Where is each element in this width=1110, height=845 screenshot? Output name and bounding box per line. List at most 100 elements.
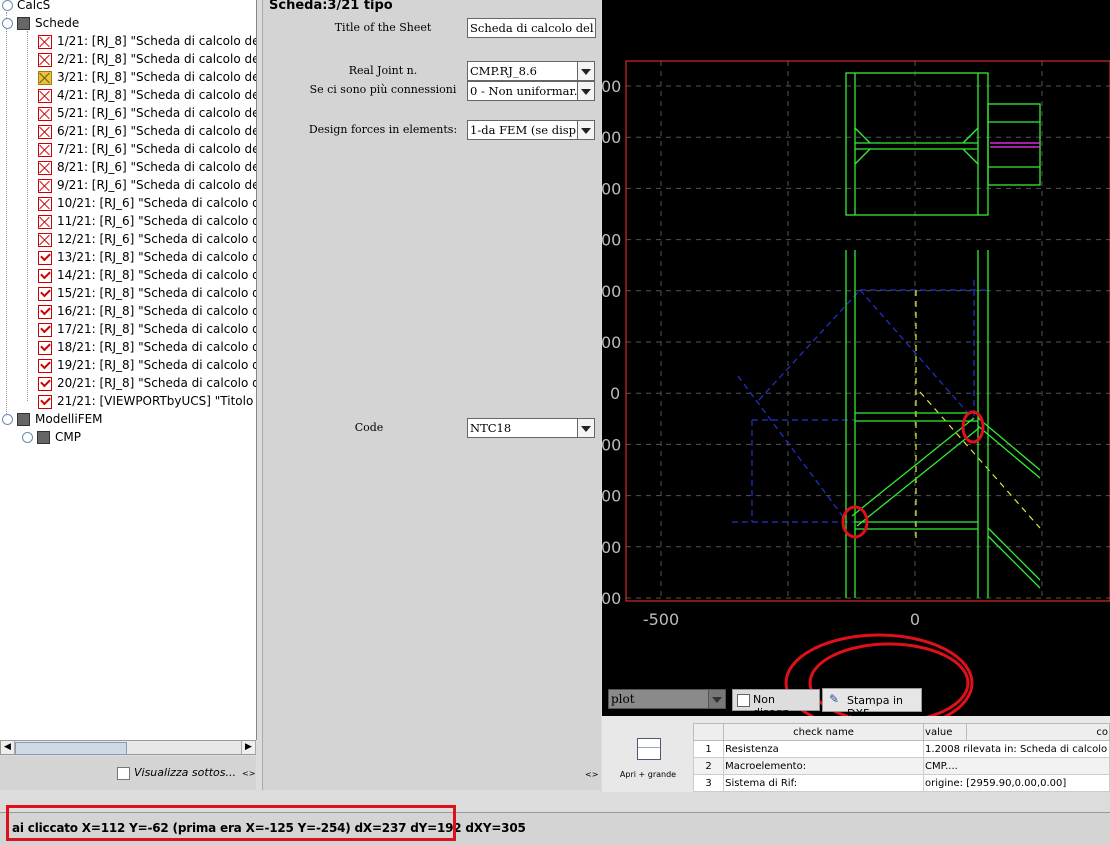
column-header[interactable] bbox=[692, 723, 725, 741]
sheet-tree-item[interactable]: 11/21: [RJ_6] "Scheda di calcolo del bbox=[38, 212, 257, 230]
check-icon bbox=[38, 340, 52, 355]
sheet-tree-item[interactable]: 8/21: [RJ_6] "Scheda di calcolo del n bbox=[38, 158, 256, 176]
connessioni-select[interactable]: 0 - Non uniformar... bbox=[467, 81, 578, 101]
check-icon bbox=[38, 268, 52, 283]
dropdown-arrow-icon[interactable] bbox=[708, 689, 726, 709]
tree-node-modellifem[interactable]: ModelliFEM bbox=[2, 410, 103, 428]
sheet-tree-item[interactable]: 19/21: [RJ_8] "Scheda di calcolo del bbox=[38, 356, 256, 374]
sheet-tree-item-label: 16/21: [RJ_8] "Scheda di calcolo del bbox=[57, 304, 257, 318]
sheet-tree-item[interactable]: 10/21: [RJ_6] "Scheda di calcolo del bbox=[38, 194, 256, 212]
dropdown-arrow-icon[interactable] bbox=[577, 418, 595, 438]
resize-handle-icon[interactable]: <> bbox=[585, 770, 598, 779]
table-row[interactable]: 1 Resistenza 1.2008 rilevata in: Scheda di… bbox=[692, 740, 1110, 758]
y-tick-label: 00 bbox=[602, 333, 621, 352]
sheet-tree-item[interactable]: 4/21: [RJ_8] "Scheda di calcolo del n bbox=[38, 86, 257, 104]
sheet-tree-item-label: 15/21: [RJ_8] "Scheda di calcolo del bbox=[57, 286, 257, 300]
stampa-dxf-button[interactable]: ✎ Stampa in DXF bbox=[822, 688, 922, 720]
y-tick-label: 00 bbox=[602, 77, 621, 96]
table-row[interactable]: 2 Macroelemento: CMP.... bbox=[692, 757, 1110, 775]
sheet-tree-item-label: 1/21: [RJ_8] "Scheda di calcolo del n bbox=[57, 34, 257, 48]
code-select[interactable]: NTC18 bbox=[467, 418, 578, 438]
check-icon bbox=[38, 358, 52, 373]
check-icon bbox=[38, 376, 52, 391]
sheet-tree-item-label: 21/21: [VIEWPORTbyUCS] "Titolo Sc bbox=[57, 394, 257, 408]
resize-handle-icon[interactable]: <> bbox=[242, 769, 255, 778]
tree-root[interactable]: CalcS bbox=[2, 0, 50, 14]
error-icon bbox=[38, 232, 52, 247]
real-joint-select[interactable]: CMP.RJ_8.6 bbox=[467, 61, 578, 81]
column-header[interactable]: co bbox=[966, 723, 1110, 741]
non-disegnare-toggle[interactable]: Non disegn... bbox=[732, 689, 820, 719]
error-icon bbox=[38, 214, 52, 229]
design-forces-label: Design forces in elements: bbox=[308, 123, 458, 136]
scroll-thumb[interactable] bbox=[15, 742, 127, 755]
check-icon bbox=[38, 286, 52, 301]
scroll-left-icon[interactable]: ◀ bbox=[1, 741, 15, 754]
sheet-tree-item[interactable]: 5/21: [RJ_6] "Scheda di calcolo del n bbox=[38, 104, 256, 122]
tree-node-cmp[interactable]: CMP bbox=[22, 428, 81, 446]
sheet-tree-item[interactable]: 21/21: [VIEWPORTbyUCS] "Titolo Sc bbox=[38, 392, 257, 410]
dropdown-arrow-icon[interactable] bbox=[577, 61, 595, 81]
expander-icon[interactable] bbox=[2, 0, 13, 11]
cube-icon bbox=[37, 431, 50, 444]
sheet-tree-item[interactable]: 1/21: [RJ_8] "Scheda di calcolo del n bbox=[38, 32, 257, 50]
show-subitems-checkbox[interactable] bbox=[117, 767, 130, 780]
sheet-tree-item[interactable]: 17/21: [RJ_8] "Scheda di calcolo del bbox=[38, 320, 257, 338]
sheet-tree-item-label: 6/21: [RJ_6] "Scheda di calcolo del n bbox=[57, 124, 257, 138]
sheet-tree-item-label: 17/21: [RJ_8] "Scheda di calcolo del bbox=[57, 322, 257, 336]
dropdown-arrow-icon[interactable] bbox=[577, 81, 595, 101]
sheet-tree-item[interactable]: 13/21: [RJ_8] "Scheda di calcolo del bbox=[38, 248, 257, 266]
table-row[interactable]: 3 Sistema di Rif: origine: [2959.90,0.00,0… bbox=[692, 774, 1110, 792]
sheet-tree-item[interactable]: 15/21: [RJ_8] "Scheda di calcolo del bbox=[38, 284, 257, 302]
sheet-tree-item-label: 9/21: [RJ_6] "Scheda di calcolo del n bbox=[57, 178, 257, 192]
sheet-tree-item[interactable]: 20/21: [RJ_8] "Scheda di calcolo del bbox=[38, 374, 256, 392]
check-icon bbox=[38, 322, 52, 337]
sheet-tree-item[interactable]: 7/21: [RJ_6] "Scheda di calcolo del n bbox=[38, 140, 257, 158]
open-large-button[interactable]: Apri + grande bbox=[604, 720, 690, 790]
sheet-tree-item[interactable]: 9/21: [RJ_6] "Scheda di calcolo del n bbox=[38, 176, 257, 194]
expander-icon[interactable] bbox=[2, 414, 13, 425]
title-field[interactable]: Scheda di calcolo del n bbox=[467, 18, 596, 38]
error-icon bbox=[38, 34, 52, 49]
column-header[interactable]: check name bbox=[723, 723, 925, 741]
tree-root-label: CalcS bbox=[17, 0, 51, 12]
sheet-tree-item[interactable]: 14/21: [RJ_8] "Scheda di calcolo del bbox=[38, 266, 256, 284]
error-icon bbox=[38, 124, 52, 139]
row-number: 1 bbox=[692, 740, 725, 758]
tree-node-label: Schede bbox=[35, 16, 80, 30]
expander-icon[interactable] bbox=[2, 18, 13, 29]
sheet-tree-item[interactable]: 2/21: [RJ_8] "Scheda di calcolo del n bbox=[38, 50, 256, 68]
scroll-right-icon[interactable]: ▶ bbox=[241, 741, 256, 754]
sheet-tree-item-label: 12/21: [RJ_6] "Scheda di calcolo del bbox=[57, 232, 257, 246]
check-table[interactable]: check name value co 1 Resistenza 1.2008 ri… bbox=[692, 723, 1110, 792]
dropdown-arrow-icon[interactable] bbox=[577, 120, 595, 140]
y-tick-label: 00 bbox=[602, 231, 621, 250]
plot-area[interactable]: 00 00 00 00 00 00 0 00 00 00 00 -500 0 p… bbox=[602, 0, 1110, 720]
check-icon bbox=[38, 394, 52, 409]
sheet-tree-item-label: 4/21: [RJ_8] "Scheda di calcolo del n bbox=[57, 88, 257, 102]
sheet-tree-item[interactable]: 18/21: [RJ_8] "Scheda di calcolo del bbox=[38, 338, 256, 356]
plot-select[interactable]: plot bbox=[608, 689, 710, 709]
sheet-tree-item[interactable]: 6/21: [RJ_6] "Scheda di calcolo del n bbox=[38, 122, 257, 140]
sheet-tree-item-label: 13/21: [RJ_8] "Scheda di calcolo del bbox=[57, 250, 257, 264]
tree-node-schede[interactable]: Schede bbox=[2, 14, 79, 32]
status-bar: ai cliccato X=112 Y=-62 (prima era X=-12… bbox=[0, 805, 1110, 845]
tree-horizontal-scrollbar[interactable]: ◀ ▶ bbox=[0, 740, 256, 755]
sheet-tree-item-label: 7/21: [RJ_6] "Scheda di calcolo del n bbox=[57, 142, 257, 156]
column-header[interactable]: value bbox=[923, 723, 968, 741]
sheet-tree-item[interactable]: 16/21: [RJ_8] "Scheda di calcolo del bbox=[38, 302, 257, 320]
y-tick-label: 00 bbox=[602, 435, 621, 454]
design-forces-select[interactable]: 1-da FEM (se disp.) bbox=[467, 120, 578, 140]
tree-guide-line bbox=[27, 31, 28, 401]
sheet-tree-item-label: 11/21: [RJ_6] "Scheda di calcolo del bbox=[57, 214, 257, 228]
expander-icon[interactable] bbox=[22, 432, 33, 443]
check-table-panel: Apri + grande check name value co 1 Resis… bbox=[602, 716, 1110, 792]
check-value-cell: origine: [2959.90,0.00,0.00] bbox=[923, 774, 1110, 792]
sheet-tree-item[interactable]: 12/21: [RJ_6] "Scheda di calcolo del bbox=[38, 230, 257, 248]
row-number: 2 bbox=[692, 757, 725, 775]
non-disegnare-checkbox[interactable] bbox=[737, 694, 750, 707]
plot-canvas[interactable]: 000000000000000000000 -500 0 bbox=[602, 0, 1110, 716]
sheet-tree-item[interactable]: 3/21: [RJ_8] "Scheda di calcolo del n bbox=[38, 68, 256, 86]
cube-icon bbox=[17, 17, 30, 30]
open-large-label: Apri + grande bbox=[619, 770, 677, 779]
